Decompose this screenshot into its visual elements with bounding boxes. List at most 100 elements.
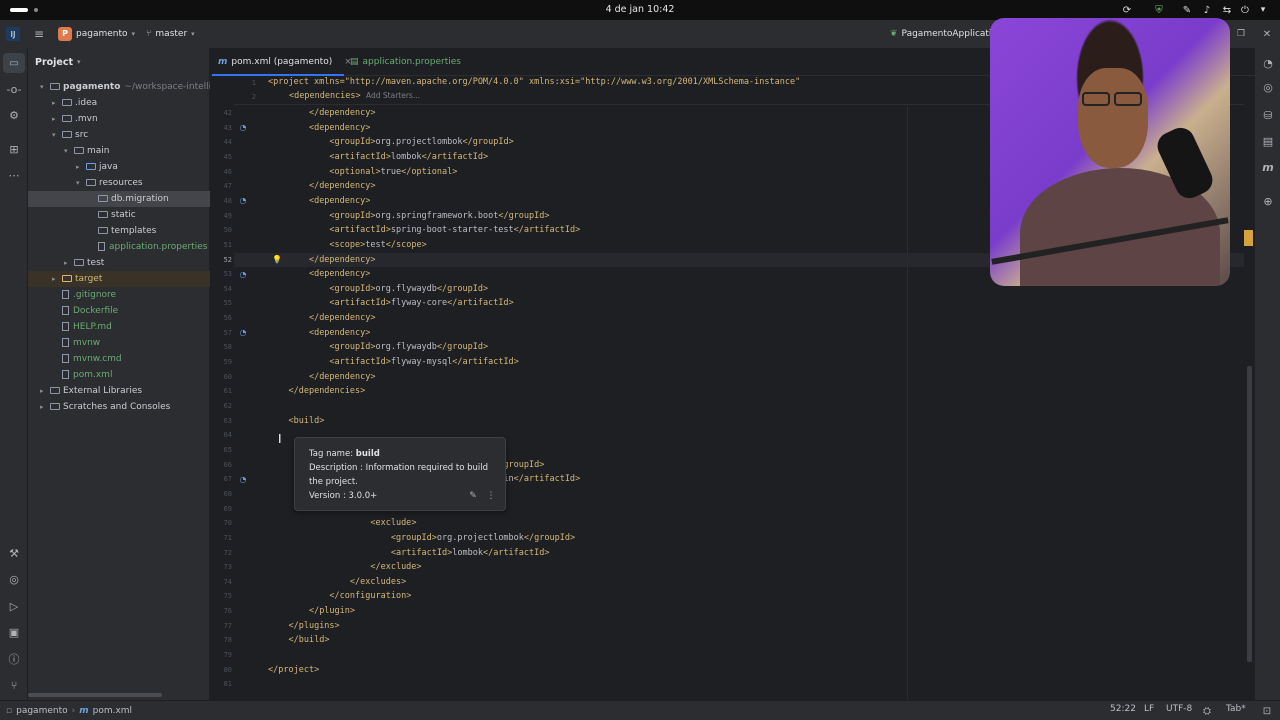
chevron-right-icon[interactable]: ▸ bbox=[40, 383, 48, 399]
code-line[interactable]: <groupId>org.springframework.boot</group… bbox=[268, 209, 549, 224]
os-clock[interactable]: 4 de jan 10:42 bbox=[0, 0, 1280, 20]
database-icon[interactable]: ⛁ bbox=[1258, 106, 1278, 124]
tree-item[interactable]: ▾ src bbox=[28, 127, 210, 143]
code-line[interactable]: <groupId>org.flywaydb</groupId> bbox=[268, 340, 488, 355]
volume-icon[interactable]: ♪ bbox=[1200, 3, 1214, 17]
dependency-gutter-icon[interactable]: ◔ bbox=[238, 474, 248, 484]
chevron-down-icon[interactable]: ▾ bbox=[52, 127, 60, 143]
problems-icon[interactable]: ⓘ bbox=[3, 650, 25, 668]
code-line[interactable]: <artifactId>flyway-core</artifactId> bbox=[268, 296, 513, 311]
code-line[interactable]: </excludes> bbox=[268, 575, 406, 590]
code-line[interactable]: </dependency> bbox=[268, 179, 376, 194]
project-folder-icon[interactable]: ▭ bbox=[3, 53, 25, 73]
coverage-icon[interactable]: ⊕ bbox=[1258, 192, 1278, 210]
run-icon[interactable]: ▷ bbox=[3, 597, 25, 615]
tree-item[interactable]: mvnw bbox=[28, 335, 210, 351]
tree-item[interactable]: application.properties bbox=[28, 239, 210, 255]
navigation-breadcrumb[interactable]: ▫ pagamento › m pom.xml bbox=[6, 704, 132, 718]
code-line[interactable]: <exclude> bbox=[268, 516, 416, 531]
code-line[interactable]: </dependencies> bbox=[268, 384, 365, 399]
services-icon[interactable]: ◎ bbox=[3, 570, 25, 588]
terminal-icon[interactable]: ▣ bbox=[3, 623, 25, 641]
network-icon[interactable]: ⇆ bbox=[1220, 3, 1234, 17]
maven-icon[interactable]: m bbox=[1258, 158, 1278, 176]
power-icon[interactable]: ⏻ bbox=[1238, 3, 1252, 17]
add-starters-hint[interactable]: Add Starters... bbox=[366, 91, 420, 100]
more-icon[interactable]: ⋯ bbox=[3, 166, 25, 184]
dependency-gutter-icon[interactable]: ◔ bbox=[238, 269, 248, 279]
run-config-widget[interactable]: ❦ PagamentoApplicati bbox=[890, 26, 994, 42]
indent-setting[interactable]: Tab* bbox=[1226, 704, 1246, 714]
code-line[interactable]: <artifactId>lombok</artifactId> bbox=[268, 150, 488, 165]
pen-icon[interactable]: ✎ bbox=[1180, 3, 1194, 17]
dependency-gutter-icon[interactable]: ◔ bbox=[238, 328, 248, 338]
code-line[interactable]: <groupId>org.projectlombok</groupId> bbox=[268, 531, 575, 546]
tree-item[interactable]: ▾ resources bbox=[28, 175, 210, 191]
code-line[interactable]: <dependency> bbox=[268, 326, 370, 341]
tree-item[interactable]: ▸ java bbox=[28, 159, 210, 175]
tree-item[interactable]: ▸ target bbox=[28, 271, 210, 287]
code-line[interactable]: </dependency> bbox=[268, 106, 376, 121]
line-separator[interactable]: LF bbox=[1144, 704, 1154, 714]
plugins-icon[interactable]: ⚙ bbox=[3, 106, 25, 124]
notifications-icon[interactable]: ◔ bbox=[1258, 54, 1278, 72]
code-line[interactable]: </plugin> bbox=[268, 604, 355, 619]
tree-item[interactable]: ▾ main bbox=[28, 143, 210, 159]
chevron-down-icon[interactable]: ▾ bbox=[1256, 3, 1270, 17]
code-line[interactable]: <dependency> bbox=[268, 121, 370, 136]
caret-position[interactable]: 52:22 bbox=[1110, 704, 1136, 714]
code-line[interactable]: <build> bbox=[268, 414, 324, 429]
memory-indicator-icon[interactable]: ⊡ bbox=[1260, 704, 1274, 718]
code-line[interactable]: </configuration> bbox=[268, 589, 411, 604]
tree-item[interactable]: ▸ Scratches and Consoles bbox=[28, 399, 210, 415]
tree-item[interactable]: static bbox=[28, 207, 210, 223]
code-line[interactable]: <dependency> bbox=[268, 194, 370, 209]
lock-icon[interactable]: ⛭ bbox=[1200, 704, 1214, 718]
restore-window-icon[interactable]: ❐ bbox=[1234, 27, 1248, 41]
vcs-branch-widget[interactable]: ⑂ master ▾ bbox=[146, 26, 195, 42]
code-line[interactable]: <artifactId>spring-boot-starter-test</ar… bbox=[268, 223, 580, 238]
sync-icon[interactable]: ⟳ bbox=[1120, 3, 1134, 17]
chevron-right-icon[interactable]: ▸ bbox=[76, 159, 84, 175]
tree-item[interactable]: HELP.md bbox=[28, 319, 210, 335]
tree-item[interactable]: pom.xml bbox=[28, 367, 210, 383]
code-line[interactable]: </plugins> bbox=[268, 619, 339, 634]
code-line[interactable]: <artifactId>lombok</artifactId> bbox=[268, 546, 550, 561]
code-line[interactable]: </project> bbox=[268, 663, 319, 678]
vertical-scrollbar[interactable] bbox=[1247, 366, 1252, 662]
breadcrumb-project[interactable]: pagamento bbox=[16, 706, 68, 716]
chevron-right-icon[interactable]: ▸ bbox=[40, 399, 48, 415]
chevron-down-icon[interactable]: ▾ bbox=[76, 175, 84, 191]
more-vertical-icon[interactable]: ⋮ bbox=[485, 490, 497, 502]
edit-pencil-icon[interactable]: ✎ bbox=[467, 490, 479, 502]
breadcrumb-file[interactable]: pom.xml bbox=[93, 706, 132, 716]
code-line[interactable]: </dependency> bbox=[268, 253, 376, 268]
commit-icon[interactable]: -o- bbox=[3, 80, 25, 98]
code-line[interactable]: <groupId>org.projectlombok</groupId> bbox=[268, 135, 513, 150]
horizontal-scrollbar[interactable] bbox=[28, 693, 162, 697]
code-line[interactable]: </build> bbox=[268, 633, 329, 648]
tree-item[interactable]: ▸ test bbox=[28, 255, 210, 271]
code-line[interactable]: <groupId>org.flywaydb</groupId> bbox=[268, 282, 488, 297]
ai-assistant-icon[interactable]: ◎ bbox=[1258, 78, 1278, 96]
tree-item[interactable]: ▸ External Libraries bbox=[28, 383, 210, 399]
chevron-right-icon[interactable]: ▸ bbox=[52, 111, 60, 127]
tree-item[interactable]: .gitignore bbox=[28, 287, 210, 303]
build-hammer-icon[interactable]: ⚒ bbox=[3, 544, 25, 562]
shield-icon[interactable]: ⛨ bbox=[1152, 3, 1166, 17]
tree-item[interactable]: ▾ pagamento ~/workspace-intellij-ide bbox=[28, 79, 231, 95]
chevron-right-icon[interactable]: ▸ bbox=[52, 271, 60, 287]
chevron-down-icon[interactable]: ▾ bbox=[40, 79, 48, 95]
gradle-icon[interactable]: ▤ bbox=[1258, 132, 1278, 150]
structure-icon[interactable]: ⊞ bbox=[3, 140, 25, 158]
tab-pom-xml[interactable]: m pom.xml (pagamento) × bbox=[218, 48, 352, 76]
tree-item[interactable]: db.migration bbox=[28, 191, 210, 207]
close-window-icon[interactable]: ✕ bbox=[1260, 27, 1274, 41]
chevron-right-icon[interactable]: ▸ bbox=[64, 255, 72, 271]
dependency-gutter-icon[interactable]: ◔ bbox=[238, 196, 248, 206]
project-panel-header[interactable]: Project ▾ bbox=[35, 54, 81, 70]
project-widget[interactable]: P pagamento ▾ bbox=[58, 26, 135, 42]
main-menu-icon[interactable]: ≡ bbox=[30, 27, 48, 41]
file-encoding[interactable]: UTF-8 bbox=[1166, 704, 1192, 714]
code-line[interactable]: <optional>true</optional> bbox=[268, 165, 457, 180]
